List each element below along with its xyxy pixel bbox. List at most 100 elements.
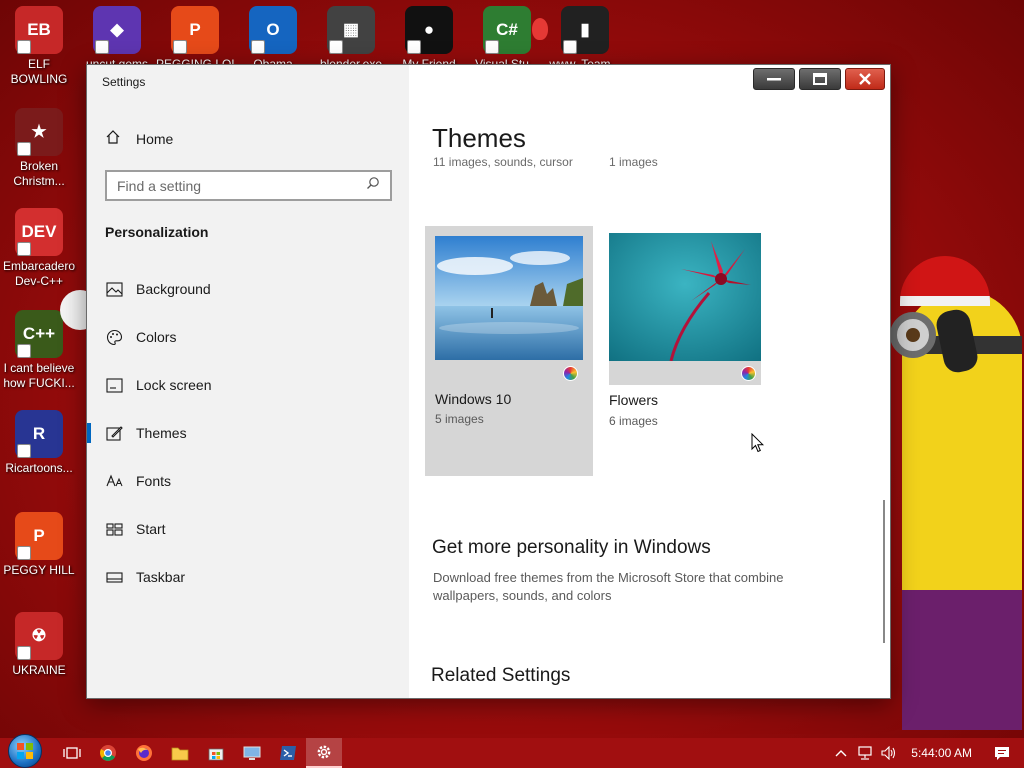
sidebar-item-label: Themes xyxy=(136,425,187,441)
theme-thumbnail xyxy=(609,233,761,361)
task-view-icon xyxy=(63,747,81,759)
system-tray: 5:44:00 AM xyxy=(829,738,1024,768)
sidebar-item-start[interactable]: Start xyxy=(87,505,409,553)
settings-sidebar: Settings Home Personalization Background xyxy=(87,65,409,698)
settings-window: Settings Home Personalization Background xyxy=(86,64,891,699)
gear-icon xyxy=(317,745,331,759)
app-shortcut-icon: ● xyxy=(405,6,453,54)
action-center-button[interactable] xyxy=(990,738,1014,768)
lock-screen-icon xyxy=(105,376,123,394)
desktop-icon[interactable]: DEV Embarcadero Dev-C++ xyxy=(0,208,78,289)
page-title: Themes xyxy=(432,123,526,153)
close-icon xyxy=(859,73,871,85)
search-icon[interactable] xyxy=(366,176,380,195)
themes-icon xyxy=(105,424,123,442)
desktop-icon-label: UKRAINE xyxy=(12,663,66,677)
app-shortcut-icon: EB xyxy=(15,6,63,54)
theme-card-flowers[interactable]: Flowers 6 images xyxy=(609,233,761,433)
desktop-icon[interactable]: ▮www. Team... xyxy=(546,6,624,72)
prev-theme-caption: 1 images xyxy=(609,155,658,169)
search-box[interactable] xyxy=(105,170,392,201)
sidebar-item-label: Taskbar xyxy=(136,569,186,585)
volume-button[interactable] xyxy=(877,738,901,768)
sidebar-item-colors[interactable]: Colors xyxy=(87,313,409,361)
taskbar-file-explorer[interactable] xyxy=(162,738,198,768)
nav-home[interactable]: Home xyxy=(105,129,173,148)
desktop-icon-label: I cant believe how FUCKI... xyxy=(3,361,75,390)
sidebar-item-label: Background xyxy=(136,281,211,297)
taskbar-powershell[interactable] xyxy=(270,738,306,768)
taskbar-firefox[interactable] xyxy=(126,738,162,768)
task-view-button[interactable] xyxy=(54,738,90,768)
window-controls xyxy=(753,68,885,90)
start-button[interactable] xyxy=(8,734,42,768)
notification-icon xyxy=(995,746,1009,760)
section-heading-personalization: Personalization xyxy=(105,224,209,240)
desktop-icon-label: PEGGY HILL xyxy=(3,563,75,577)
desktop-icon[interactable]: ●My Friend xyxy=(390,6,468,72)
palette-icon xyxy=(105,328,123,346)
prev-theme-caption: 11 images, sounds, cursor xyxy=(433,155,573,169)
desktop-icon[interactable]: ★ Broken Christm... xyxy=(0,108,78,189)
taskbar: 5:44:00 AM xyxy=(0,734,1024,768)
desktop-icon[interactable]: PPEGGING LOL xyxy=(156,6,234,72)
nav-list: Background Colors Lock screen Themes Fon… xyxy=(87,265,409,601)
desktop-icon[interactable]: OObama xyxy=(234,6,312,72)
taskbar-remote-desktop[interactable] xyxy=(234,738,270,768)
firefox-icon xyxy=(136,745,152,761)
desktop-icon[interactable]: ☢ UKRAINE xyxy=(0,612,78,678)
theme-image-count: 5 images xyxy=(435,412,484,426)
minimize-button[interactable] xyxy=(753,68,795,90)
app-shortcut-icon: ☢ xyxy=(15,612,63,660)
taskbar-store[interactable] xyxy=(198,738,234,768)
search-input[interactable] xyxy=(117,177,366,194)
related-settings-heading: Related Settings xyxy=(431,665,571,686)
color-scheme-icon xyxy=(563,366,578,381)
desktop-icon-label: Embarcadero Dev-C++ xyxy=(2,259,76,288)
sidebar-item-fonts[interactable]: Fonts xyxy=(87,457,409,505)
color-scheme-icon xyxy=(741,366,756,381)
desktop-icon[interactable]: P PEGGY HILL xyxy=(0,512,78,578)
app-shortcut-icon: C++ xyxy=(15,310,63,358)
sidebar-item-themes[interactable]: Themes xyxy=(87,409,409,457)
taskbar-chrome[interactable] xyxy=(90,738,126,768)
windows-logo-icon xyxy=(17,743,33,759)
speaker-icon xyxy=(881,746,896,760)
app-shortcut-icon: P xyxy=(15,512,63,560)
tray-overflow-button[interactable] xyxy=(829,738,853,768)
sidebar-item-label: Fonts xyxy=(136,473,172,489)
get-more-heading: Get more personality in Windows xyxy=(432,537,711,558)
background-icon xyxy=(105,280,123,298)
desktop-icon[interactable]: ◆uncut gems xyxy=(78,6,156,72)
nav-home-label: Home xyxy=(136,130,174,147)
desktop-icon[interactable]: ▦blender.exe xyxy=(312,6,390,72)
sidebar-item-taskbar[interactable]: Taskbar xyxy=(87,553,409,601)
sidebar-item-lock-screen[interactable]: Lock screen xyxy=(87,361,409,409)
folder-icon xyxy=(171,747,189,761)
theme-name: Flowers xyxy=(609,392,659,408)
app-shortcut-icon: DEV xyxy=(15,208,63,256)
desktop-icon[interactable]: EB ELF BOWLING xyxy=(0,6,78,87)
maximize-button[interactable] xyxy=(799,68,841,90)
taskbar-settings[interactable] xyxy=(306,738,342,768)
scrollbar[interactable] xyxy=(883,500,885,643)
desktop-icon[interactable]: C#Visual Stu... xyxy=(468,6,546,72)
theme-thumbnail-footer xyxy=(609,361,761,385)
sidebar-item-label: Start xyxy=(136,521,166,537)
close-button[interactable] xyxy=(845,68,885,90)
themes-page: Themes 11 images, sounds, cursor 1 image… xyxy=(409,65,890,698)
start-icon xyxy=(105,520,123,538)
desktop-icon[interactable]: R Ricartoons... xyxy=(0,410,78,476)
network-button[interactable] xyxy=(853,738,877,768)
sidebar-item-background[interactable]: Background xyxy=(87,265,409,313)
theme-card-windows-10[interactable]: Windows 10 5 images xyxy=(425,226,593,476)
maximize-icon xyxy=(813,73,827,85)
taskbar-clock[interactable]: 5:44:00 AM xyxy=(911,746,972,760)
home-icon xyxy=(105,129,123,148)
powershell-icon xyxy=(280,746,296,760)
chevron-up-icon xyxy=(835,750,847,757)
desktop-icon-label: Broken Christm... xyxy=(13,159,65,188)
ornament-decoration xyxy=(532,18,548,40)
app-shortcut-icon: P xyxy=(171,6,219,54)
sidebar-item-label: Colors xyxy=(136,329,177,345)
